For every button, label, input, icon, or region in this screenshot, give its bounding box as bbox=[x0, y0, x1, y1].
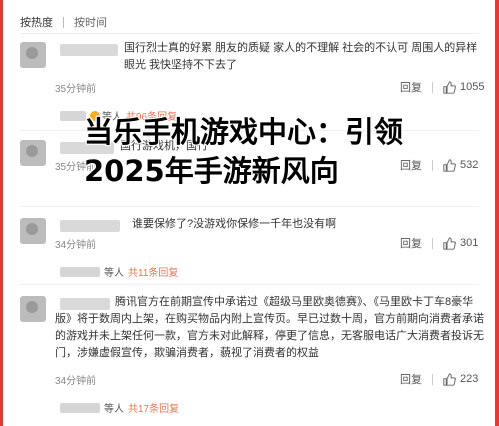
thumbs-up-icon bbox=[443, 372, 456, 386]
avatar[interactable] bbox=[20, 218, 46, 244]
reply-summary[interactable]: 等人 共17条回复 bbox=[60, 400, 179, 415]
left-border bbox=[0, 0, 3, 426]
username-blurred[interactable] bbox=[60, 44, 118, 56]
comment-text: 谁要保修了?没游戏你保修一千年也没有啊 bbox=[132, 218, 337, 230]
comment-time: 35分钟前 bbox=[55, 84, 97, 95]
like-button[interactable]: 223 bbox=[443, 372, 479, 386]
sort-separator bbox=[63, 16, 64, 28]
thumbs-up-icon bbox=[443, 80, 456, 94]
comment-time: 34分钟前 bbox=[55, 240, 97, 251]
like-button[interactable]: 532 bbox=[443, 158, 479, 172]
right-border bbox=[495, 0, 499, 426]
comment-actions: 回复 1055 bbox=[400, 79, 484, 95]
action-separator bbox=[432, 81, 433, 93]
comment-actions: 回复 223 bbox=[400, 371, 478, 387]
avatar[interactable] bbox=[20, 296, 46, 322]
thumbs-up-icon bbox=[443, 236, 456, 250]
like-button[interactable]: 301 bbox=[443, 236, 479, 250]
comment-actions: 回复 301 bbox=[400, 235, 478, 251]
avatar[interactable] bbox=[20, 42, 46, 68]
avatar[interactable] bbox=[20, 140, 46, 166]
like-count: 223 bbox=[460, 373, 479, 385]
overlay-headline: 当乐手机游戏中心：引领2025年手游新风向 bbox=[84, 115, 404, 188]
comment-section: 按热度 按时间 国行烈士真的好累 朋友的质疑 家人的不理解 社会的不认可 周围人… bbox=[0, 0, 499, 426]
comment-time: 34分钟前 bbox=[55, 376, 97, 387]
reply-summary-prefix: 等人 bbox=[104, 268, 124, 279]
replier-names-blurred bbox=[60, 110, 86, 121]
like-count: 532 bbox=[460, 159, 479, 171]
divider bbox=[20, 206, 479, 207]
reply-button[interactable]: 回复 bbox=[400, 371, 422, 387]
divider bbox=[20, 284, 479, 285]
comment-text: 腾讯官方在前期宣传中承诺过《超级马里欧奥德赛》、《马里欧卡丁车8豪华版》将于数周… bbox=[55, 296, 484, 359]
divider bbox=[20, 33, 479, 34]
replier-names-blurred bbox=[60, 402, 100, 413]
replier-names-blurred bbox=[60, 266, 100, 277]
reply-count-link[interactable]: 共11条回复 bbox=[128, 264, 178, 279]
sort-by-hot-tab[interactable]: 按热度 bbox=[20, 14, 53, 30]
sort-by-time-tab[interactable]: 按时间 bbox=[74, 14, 107, 30]
like-button[interactable]: 1055 bbox=[443, 80, 485, 94]
reply-count-link[interactable]: 共17条回复 bbox=[128, 400, 179, 415]
like-count: 301 bbox=[460, 237, 479, 249]
thumbs-up-icon bbox=[443, 158, 456, 172]
reply-button[interactable]: 回复 bbox=[400, 79, 422, 95]
reply-button[interactable]: 回复 bbox=[400, 235, 422, 251]
reply-summary[interactable]: 等人 共11条回复 bbox=[60, 264, 178, 279]
comment-text: 国行烈士真的好累 朋友的质疑 家人的不理解 社会的不认可 周围人的异样眼光 我快… bbox=[124, 42, 478, 71]
username-blurred[interactable] bbox=[60, 220, 120, 232]
reply-summary-prefix: 等人 bbox=[104, 404, 124, 415]
sort-bar: 按热度 按时间 bbox=[20, 12, 107, 32]
action-separator bbox=[432, 237, 433, 249]
like-count: 1055 bbox=[460, 81, 485, 93]
action-separator bbox=[432, 373, 433, 385]
